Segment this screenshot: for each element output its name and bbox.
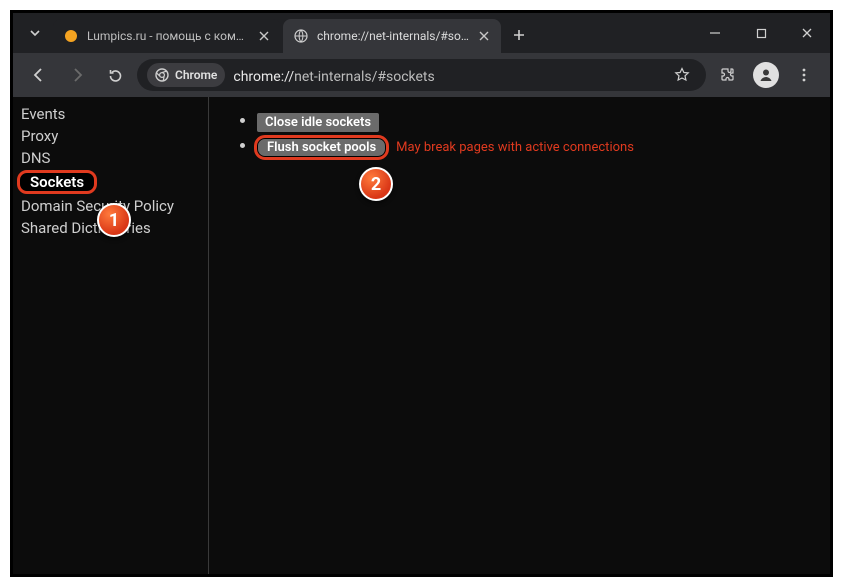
toolbar: Chrome chrome://net-internals/#sockets: [13, 53, 830, 97]
extensions-button[interactable]: [712, 59, 744, 91]
tab-close-button[interactable]: [477, 28, 491, 44]
forward-button[interactable]: [61, 59, 93, 91]
action-list: Close idle sockets Flush socket pools Ma…: [227, 111, 812, 157]
tab-title: Lumpics.ru - помощь с компью: [87, 29, 248, 43]
chrome-chip: Chrome: [147, 63, 225, 87]
tab-close-button[interactable]: [256, 28, 271, 44]
new-tab-button[interactable]: [505, 21, 533, 49]
reload-button[interactable]: [99, 59, 131, 91]
url-text: chrome://net-internals/#sockets: [233, 66, 434, 85]
sidebar-item-dns[interactable]: DNS: [17, 148, 54, 168]
sidebar-item-events[interactable]: Events: [17, 104, 69, 124]
globe-icon: [293, 28, 309, 44]
tab-inactive-0[interactable]: Lumpics.ru - помощь с компью: [53, 19, 281, 53]
close-idle-sockets-button[interactable]: Close idle sockets: [257, 113, 379, 132]
bookmark-star-icon[interactable]: [668, 61, 696, 89]
callout-2: 2: [359, 167, 393, 201]
tab-title: chrome://net-internals/#sockets: [317, 29, 469, 43]
profile-button[interactable]: [750, 59, 782, 91]
kebab-menu-button[interactable]: [788, 59, 820, 91]
sidebar-item-proxy[interactable]: Proxy: [17, 126, 62, 146]
avatar-icon: [753, 62, 779, 88]
callout-1: 1: [97, 203, 131, 237]
tab-search-button[interactable]: [23, 21, 47, 45]
orange-dot-icon: [63, 28, 79, 44]
page-content: Events Proxy DNS Sockets Domain Security…: [13, 97, 830, 574]
sidebar-item-sockets[interactable]: Sockets: [17, 170, 97, 194]
window-minimize-button[interactable]: [692, 17, 738, 49]
back-button[interactable]: [23, 59, 55, 91]
sidebar: Events Proxy DNS Sockets Domain Security…: [13, 97, 209, 574]
window-controls: [692, 13, 830, 53]
tab-active[interactable]: chrome://net-internals/#sockets: [283, 19, 501, 53]
list-item: Flush socket pools May break pages with …: [257, 136, 812, 157]
address-bar[interactable]: Chrome chrome://net-internals/#sockets: [137, 59, 706, 91]
flush-socket-pools-button[interactable]: Flush socket pools: [257, 138, 386, 157]
chip-label: Chrome: [175, 68, 217, 82]
url-scheme: chrome://: [233, 69, 294, 85]
warning-text: May break pages with active connections: [396, 140, 634, 155]
window-close-button[interactable]: [784, 17, 830, 49]
browser-window: Lumpics.ru - помощь с компью chrome://ne…: [10, 10, 833, 577]
titlebar: Lumpics.ru - помощь с компью chrome://ne…: [13, 13, 830, 53]
chrome-icon: [155, 68, 169, 82]
window-maximize-button[interactable]: [738, 17, 784, 49]
main-content: Close idle sockets Flush socket pools Ma…: [209, 97, 830, 574]
sidebar-item-shared-dict[interactable]: Shared Dictionaries: [17, 218, 155, 238]
list-item: Close idle sockets: [257, 111, 812, 132]
addr-right: [668, 61, 696, 89]
url-rest: net-internals/#sockets: [294, 69, 435, 85]
